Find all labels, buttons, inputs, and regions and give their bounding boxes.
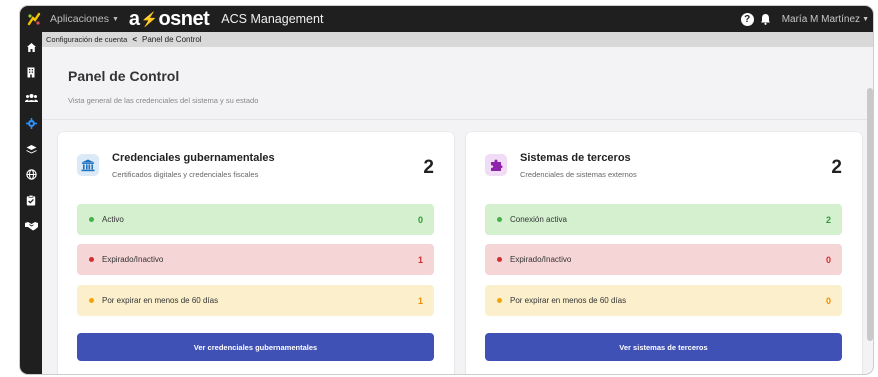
- status-dot: [89, 298, 94, 303]
- page-title: Panel de Control: [68, 68, 180, 84]
- stat-value: 0: [825, 254, 831, 265]
- globe-icon[interactable]: [20, 164, 42, 186]
- stat-value: 1: [417, 254, 423, 265]
- view-third-party-systems-button[interactable]: Ver sistemas de terceros: [485, 333, 842, 361]
- card-count: 2: [423, 157, 434, 178]
- stat-label: Por expirar en menos de 60 días: [510, 296, 627, 305]
- divider: [42, 119, 873, 120]
- card-subtitle: Certificados digitales y credenciales fi…: [112, 170, 259, 179]
- brand-logo: a ⚡ osnet: [128, 8, 210, 30]
- page-subtitle: Vista general de las credenciales del si…: [68, 96, 259, 105]
- layers-icon[interactable]: [20, 138, 42, 160]
- app-title: ACS Management: [221, 12, 324, 26]
- brand-text-right: osnet: [158, 8, 210, 30]
- users-icon[interactable]: [20, 87, 42, 109]
- status-dot: [497, 257, 502, 262]
- stat-expired: Expirado/Inactivo 0: [485, 244, 842, 275]
- stat-value: 0: [417, 214, 423, 225]
- topbar-right: ? María M Martínez ▼: [740, 12, 869, 26]
- card-title: Sistemas de terceros: [520, 152, 631, 164]
- caret-down-icon: ▼: [111, 15, 119, 23]
- stat-label: Por expirar en menos de 60 días: [102, 296, 219, 305]
- puzzle-icon: [485, 154, 507, 176]
- stat-label: Conexión activa: [510, 215, 567, 224]
- scrollbar[interactable]: [867, 88, 873, 341]
- help-icon[interactable]: ?: [740, 12, 754, 26]
- stat-active: Activo 0: [77, 204, 434, 235]
- handshake-icon[interactable]: [20, 215, 42, 237]
- status-dot: [89, 217, 94, 222]
- app-logo-icon[interactable]: [24, 12, 44, 26]
- clipboard-check-icon[interactable]: [20, 189, 42, 211]
- view-government-credentials-button[interactable]: Ver credenciales gubernamentales: [77, 333, 434, 361]
- stat-label: Activo: [102, 215, 124, 224]
- stat-label: Expirado/Inactivo: [102, 255, 164, 264]
- apps-menu[interactable]: Aplicaciones ▼: [50, 13, 119, 25]
- breadcrumb-separator: <: [132, 35, 137, 44]
- sidebar: [20, 32, 42, 374]
- status-dot: [89, 257, 94, 262]
- stat-label: Expirado/Inactivo: [510, 255, 572, 264]
- third-party-systems-card: Sistemas de terceros Credenciales de sis…: [466, 132, 862, 374]
- user-menu[interactable]: María M Martínez ▼: [782, 14, 869, 25]
- card-subtitle: Credenciales de sistemas externos: [520, 170, 637, 179]
- user-name: María M Martínez: [781, 13, 861, 25]
- bolt-icon: ⚡: [140, 11, 158, 27]
- stat-value: 0: [825, 295, 831, 306]
- stat-expiring: Por expirar en menos de 60 días 0: [485, 285, 842, 316]
- app-window: Aplicaciones ▼ a ⚡ osnet ACS Management …: [20, 6, 873, 374]
- breadcrumb-current: Panel de Control: [141, 35, 202, 44]
- stat-expiring: Por expirar en menos de 60 días 1: [77, 285, 434, 316]
- stat-active-connection: Conexión activa 2: [485, 204, 842, 235]
- stat-value: 2: [825, 214, 831, 225]
- home-icon[interactable]: [20, 36, 42, 58]
- top-navbar: Aplicaciones ▼ a ⚡ osnet ACS Management …: [20, 6, 873, 32]
- settings-icon[interactable]: [20, 113, 42, 135]
- main-content: Panel de Control Vista general de las cr…: [42, 47, 873, 374]
- building-icon[interactable]: [20, 62, 42, 84]
- apps-menu-label: Aplicaciones: [50, 13, 109, 25]
- bell-icon[interactable]: [760, 13, 772, 25]
- status-dot: [497, 217, 502, 222]
- brand-text-left: a: [128, 8, 140, 30]
- stat-value: 1: [417, 295, 423, 306]
- government-credentials-card: Credenciales gubernamentales Certificado…: [58, 132, 454, 374]
- card-title: Credenciales gubernamentales: [112, 152, 275, 164]
- bank-icon: [77, 154, 99, 176]
- caret-down-icon: ▼: [862, 15, 869, 23]
- stat-expired: Expirado/Inactivo 1: [77, 244, 434, 275]
- breadcrumb: Configuración de cuenta < Panel de Contr…: [42, 32, 873, 47]
- breadcrumb-parent[interactable]: Configuración de cuenta: [46, 35, 127, 44]
- status-dot: [497, 298, 502, 303]
- card-count: 2: [831, 157, 842, 178]
